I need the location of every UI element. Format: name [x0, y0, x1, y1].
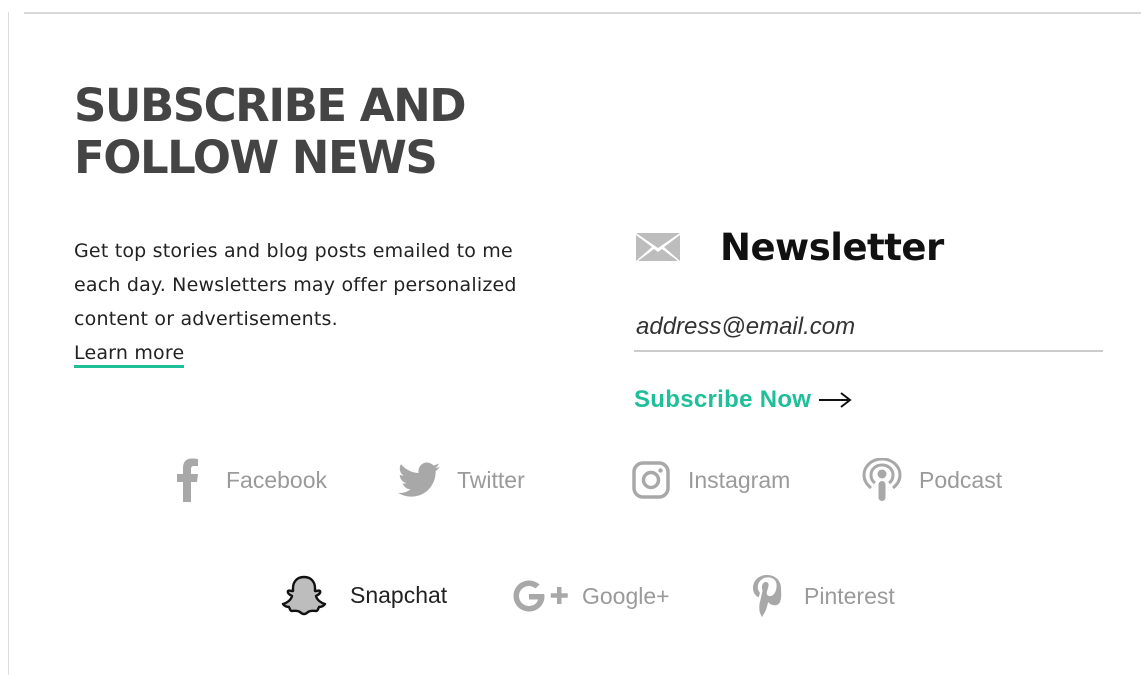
twitter-icon: [398, 462, 440, 498]
pinterest-link[interactable]: Pinterest: [750, 574, 895, 618]
podcast-label: Podcast: [919, 466, 1003, 493]
podcast-icon: [861, 458, 903, 502]
left-divider: [8, 12, 9, 675]
newsletter-title: Newsletter: [720, 225, 944, 269]
newsletter-header: Newsletter: [636, 222, 944, 272]
top-divider: [24, 12, 1141, 14]
google-plus-link[interactable]: Google+: [512, 576, 670, 616]
facebook-link[interactable]: Facebook: [172, 458, 327, 502]
google-plus-icon: [512, 579, 570, 613]
learn-more-link[interactable]: Learn more: [74, 342, 185, 368]
facebook-icon: [172, 458, 204, 502]
twitter-label: Twitter: [457, 466, 525, 493]
snapchat-link[interactable]: Snapchat: [281, 574, 447, 616]
section-title-line-2: FOLLOW NEWS: [74, 131, 438, 184]
instagram-link[interactable]: Instagram: [632, 460, 790, 500]
subscribe-label: Subscribe Now: [634, 386, 812, 413]
subscribe-now-button[interactable]: Subscribe Now: [634, 380, 853, 420]
envelope-icon: [636, 233, 680, 261]
pinterest-label: Pinterest: [804, 582, 895, 609]
google-plus-label: Google+: [582, 582, 670, 609]
description-text: Get top stories and blog posts emailed t…: [74, 240, 517, 330]
snapchat-icon: [281, 574, 327, 616]
pinterest-icon: [750, 574, 784, 618]
section-title-line-1: SUBSCRIBE AND: [74, 79, 467, 132]
snapchat-label: Snapchat: [350, 581, 448, 608]
arrow-right-icon: [819, 392, 852, 408]
instagram-icon: [632, 461, 670, 499]
twitter-link[interactable]: Twitter: [398, 460, 525, 500]
section-title: SUBSCRIBE AND FOLLOW NEWS: [74, 80, 594, 184]
instagram-label: Instagram: [688, 466, 791, 493]
newsletter-description: Get top stories and blog posts emailed t…: [74, 234, 544, 370]
podcast-link[interactable]: Podcast: [861, 458, 1002, 502]
email-input[interactable]: [634, 304, 1103, 352]
facebook-label: Facebook: [226, 466, 328, 493]
